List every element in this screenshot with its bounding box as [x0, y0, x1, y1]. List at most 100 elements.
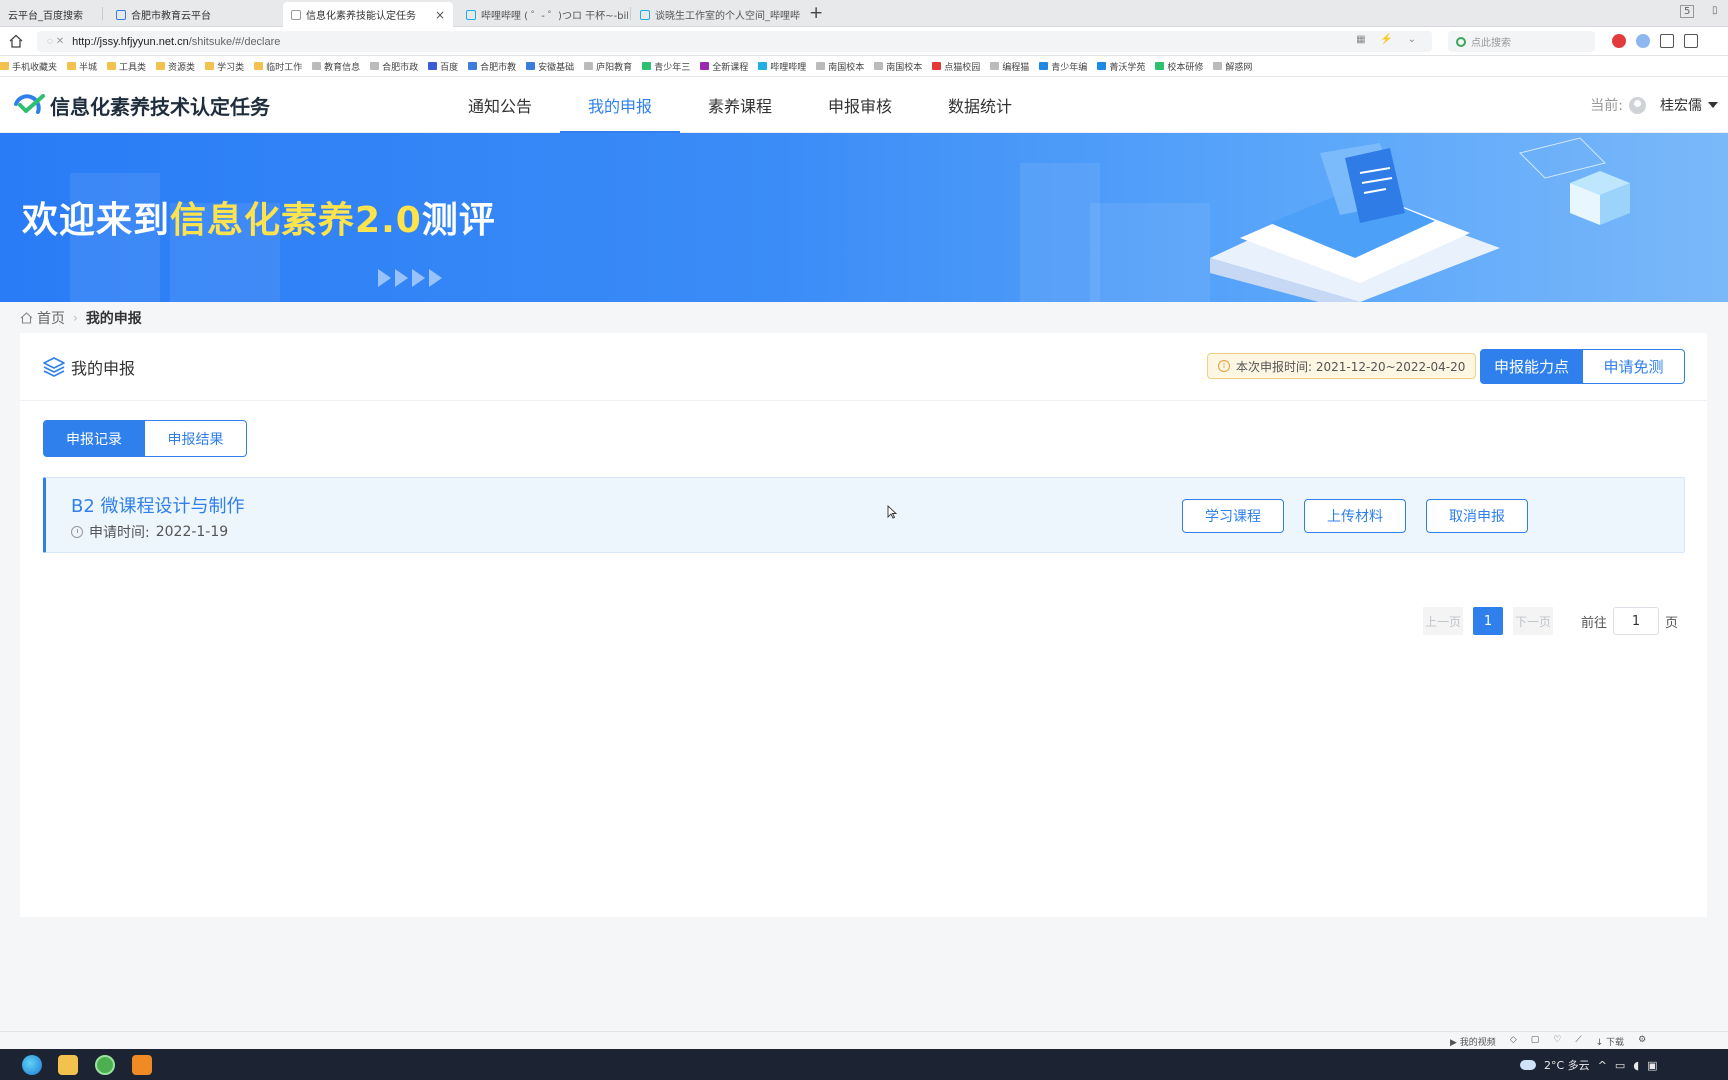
bookmark-item[interactable]: 工具类	[107, 60, 146, 73]
tab-declaration-results[interactable]: 申报结果	[145, 420, 247, 457]
edge-browser-icon[interactable]	[22, 1055, 42, 1075]
image-icon[interactable]: ▢	[1531, 1035, 1540, 1048]
bookmark-item[interactable]: 南国校本	[816, 60, 864, 73]
cancel-declaration-button[interactable]: 取消申报	[1426, 499, 1528, 533]
rocket-icon[interactable]: ⟋	[1575, 1035, 1581, 1048]
bookmark-item[interactable]: 临时工作	[254, 60, 302, 73]
bookmark-icon	[584, 62, 594, 70]
bookmark-item[interactable]: 合肥市政	[370, 60, 418, 73]
declare-ability-button[interactable]: 申报能力点	[1480, 349, 1583, 384]
breadcrumb-home[interactable]: 首页	[20, 308, 65, 328]
page-number-current[interactable]: 1	[1473, 607, 1503, 635]
nav-item-courses[interactable]: 素养课程	[680, 77, 800, 133]
weather-text[interactable]: 2°C 多云	[1544, 1057, 1590, 1073]
user-menu[interactable]: 当前: 桂宏儒	[1590, 95, 1718, 115]
bookmark-item[interactable]: 资源类	[156, 60, 195, 73]
notification-icon[interactable]: ▣	[1647, 1059, 1657, 1072]
bookmark-item[interactable]: 解惑网	[1213, 60, 1252, 73]
adblock-icon[interactable]	[1612, 34, 1626, 48]
bookmark-item[interactable]: 百度	[428, 60, 458, 73]
main-nav: 通知公告 我的申报 素养课程 申报审核 数据统计	[440, 77, 1040, 133]
clock-icon	[71, 526, 83, 538]
my-video-link[interactable]: ▶ 我的视频	[1450, 1035, 1496, 1048]
browser-tab[interactable]: 合肥市教育云平台	[108, 2, 278, 27]
new-tab-button[interactable]: +	[809, 3, 823, 23]
bookmark-label: 菁沃学苑	[1109, 62, 1146, 73]
heart-icon[interactable]: ♡	[1553, 1035, 1561, 1048]
window-menu-icon[interactable]: ▯	[1712, 5, 1718, 16]
bookmark-label: 庐阳教育	[596, 62, 633, 73]
next-page-button[interactable]: 下一页	[1513, 607, 1553, 635]
home-icon[interactable]	[8, 33, 24, 49]
bookmark-item[interactable]: 教育信息	[312, 60, 360, 73]
record-time: 申请时间: 2022-1-19	[71, 522, 228, 542]
bookmark-item[interactable]: 菁沃学苑	[1097, 60, 1145, 73]
record-title[interactable]: B2 微课程设计与制作	[71, 492, 245, 518]
browser-tab[interactable]: 谈晓生工作室的个人空间_哔哩哔	[632, 2, 802, 27]
bookmark-item[interactable]: 手机收藏夹	[0, 60, 57, 73]
grid-menu-icon[interactable]	[1684, 34, 1698, 48]
tab-label: 信息化素养技能认定任务	[306, 11, 416, 22]
nav-item-my-declaration[interactable]: 我的申报	[560, 77, 680, 133]
system-tray: 2°C 多云 ^ ▭ ◖ ▣	[1520, 1057, 1658, 1073]
bookmark-label: 青少年编	[1051, 62, 1088, 73]
tab-close-icon[interactable]: ×	[435, 8, 445, 22]
app-icon[interactable]	[132, 1055, 152, 1075]
nav-item-notices[interactable]: 通知公告	[440, 77, 560, 133]
network-icon[interactable]: ▭	[1615, 1059, 1625, 1072]
upload-material-button[interactable]: 上传材料	[1304, 499, 1406, 533]
bookmark-item[interactable]: 庐阳教育	[584, 60, 632, 73]
bookmark-item[interactable]: 青少年三	[642, 60, 690, 73]
download-link[interactable]: ↓ 下载	[1596, 1035, 1624, 1048]
bookmark-item[interactable]: 南国校本	[874, 60, 922, 73]
goto-page-input[interactable]: 1	[1613, 607, 1660, 635]
bookmark-icon	[468, 62, 478, 70]
panel-header: 我的申报 i 本次申报时间: 2021-12-20~2022-04-20 申报能…	[20, 333, 1707, 401]
nav-item-statistics[interactable]: 数据统计	[920, 77, 1040, 133]
home-icon	[20, 312, 33, 324]
bookmark-item[interactable]: 全新课程	[700, 60, 748, 73]
platform-illustration	[1210, 137, 1606, 302]
browser-tab-bar: 云平台_百度搜索 合肥市教育云平台 信息化素养技能认定任务 × 哔哩哔哩 ( ゜…	[0, 0, 1728, 27]
bookmark-item[interactable]: 校本研修	[1155, 60, 1203, 73]
breadcrumb: 首页 › 我的申报	[20, 308, 142, 328]
bookmark-item[interactable]: 编程猫	[990, 60, 1029, 73]
browser-app-icon[interactable]	[95, 1055, 115, 1075]
current-user-label: 当前:	[1590, 98, 1623, 114]
tab-count-badge[interactable]: 5	[1680, 5, 1695, 18]
breadcrumb-home-label: 首页	[37, 311, 65, 327]
bookmark-item[interactable]: 点猫校园	[932, 60, 980, 73]
bookmark-item[interactable]: 青少年编	[1039, 60, 1087, 73]
bookmark-label: 校本研修	[1167, 62, 1204, 73]
apply-exemption-button[interactable]: 申请免测	[1583, 349, 1685, 384]
url-input[interactable]: ◌ ✕ http://jssy.hfjyyun.net.cn /shitsuke…	[37, 31, 1432, 52]
declaration-period-notice: i 本次申报时间: 2021-12-20~2022-04-20	[1207, 353, 1477, 379]
bookmark-item[interactable]: 半城	[67, 60, 97, 73]
bookmark-label: 全新课程	[712, 62, 749, 73]
browser-search-input[interactable]: 点此搜索	[1448, 31, 1595, 52]
bookmark-item[interactable]: 哔哩哔哩	[758, 60, 806, 73]
site-logo[interactable]: 信息化素养技术认定任务	[10, 90, 270, 120]
scissors-icon[interactable]	[1660, 34, 1674, 48]
browser-tab[interactable]: 哔哩哔哩 ( ゜- ゜)つロ 干杯~-bil	[458, 2, 628, 27]
bookmark-item[interactable]: 安徽基础	[526, 60, 574, 73]
volume-icon[interactable]: ◖	[1633, 1059, 1639, 1072]
url-path: /shitsuke/#/declare	[188, 35, 281, 48]
prev-page-button[interactable]: 上一页	[1423, 607, 1463, 635]
record-time-value: 2022-1-19	[155, 524, 229, 540]
browser-tab[interactable]: 云平台_百度搜索	[0, 2, 100, 27]
bookmark-icon	[107, 62, 117, 70]
bookmark-item[interactable]: 合肥市教	[468, 60, 516, 73]
chevron-up-icon[interactable]: ^	[1598, 1059, 1607, 1072]
browser-tab-active[interactable]: 信息化素养技能认定任务 ×	[283, 2, 453, 27]
bookmark-item[interactable]: 学习类	[205, 60, 244, 73]
extension-icon[interactable]	[1636, 34, 1650, 48]
url-tools-icon[interactable]: ▦ ⚡ ⌄	[1356, 34, 1422, 45]
file-explorer-icon[interactable]	[58, 1055, 78, 1075]
shield-icon[interactable]: ◇	[1510, 1035, 1517, 1048]
settings-icon[interactable]: ⚙	[1638, 1035, 1646, 1048]
study-course-button[interactable]: 学习课程	[1182, 499, 1284, 533]
tab-label: 哔哩哔哩 ( ゜- ゜)つロ 干杯~-bil	[481, 11, 628, 22]
nav-item-review[interactable]: 申报审核	[800, 77, 920, 133]
tab-declaration-records[interactable]: 申报记录	[43, 420, 145, 457]
